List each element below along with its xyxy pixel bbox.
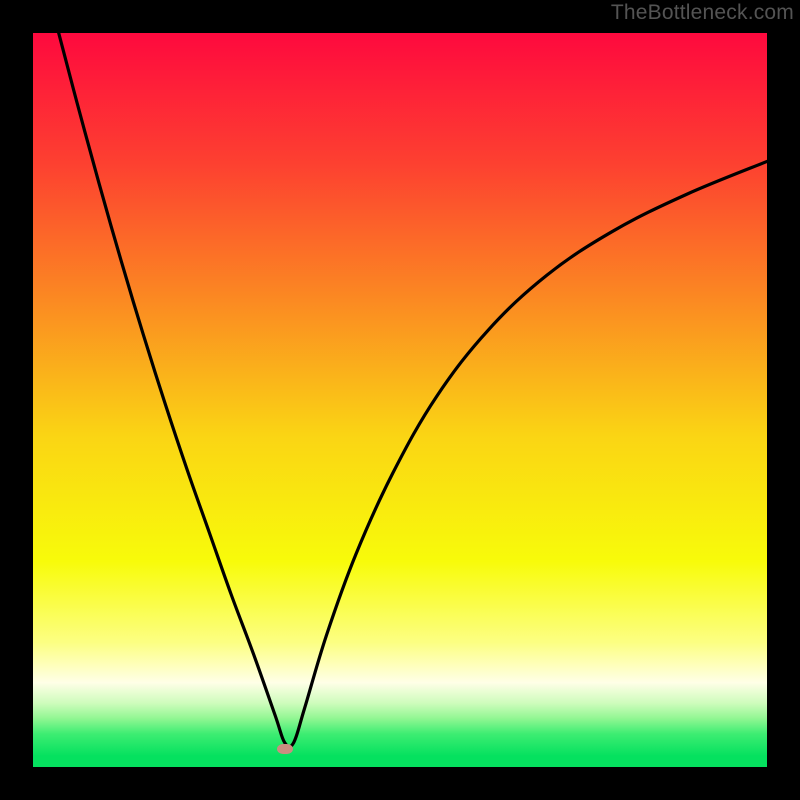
optimal-point-marker: [277, 744, 293, 754]
plot-area: [33, 33, 767, 767]
bottleneck-curve: [33, 33, 767, 767]
watermark-text: TheBottleneck.com: [611, 1, 794, 25]
chart-frame: TheBottleneck.com: [0, 0, 800, 800]
